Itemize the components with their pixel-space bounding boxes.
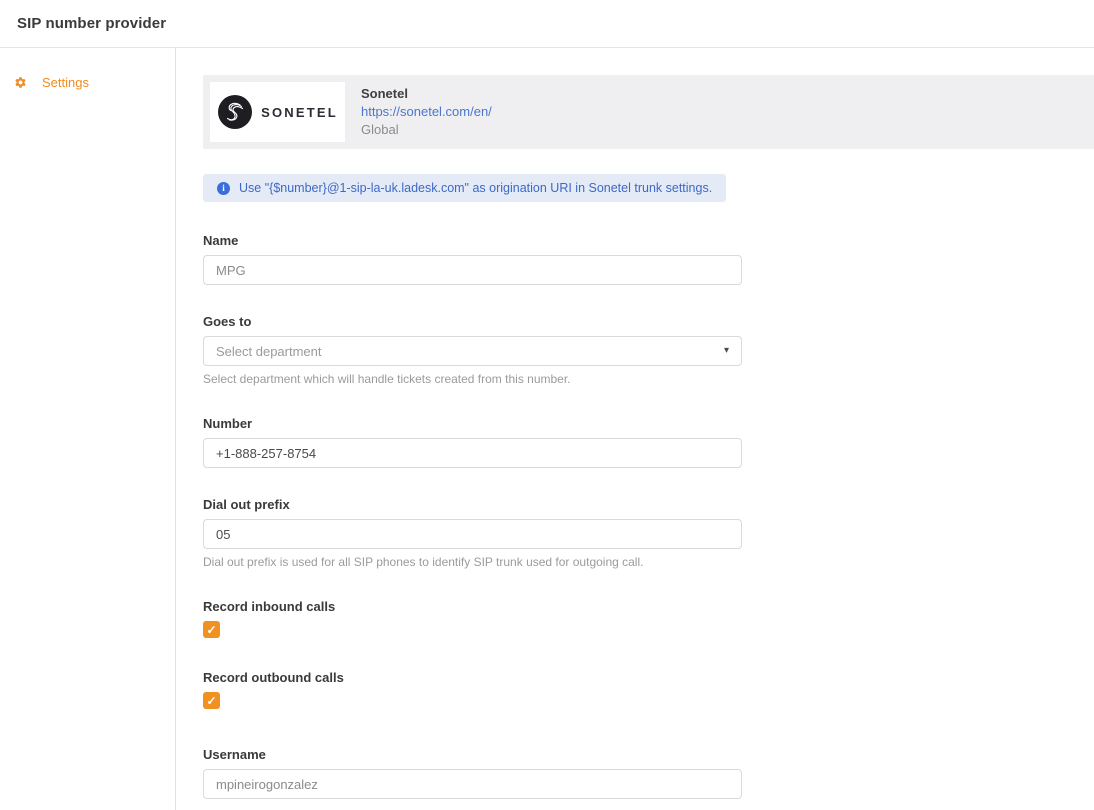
sonetel-logo-icon [217,94,253,130]
chevron-down-icon: ▾ [724,346,729,356]
checkmark-icon: ✓ [206,695,216,707]
provider-name: Sonetel [361,85,492,103]
goes-to-select[interactable]: Select department ▾ [203,336,742,366]
sonetel-logo: SONETEL [210,82,345,142]
origination-uri-banner: i Use "{$number}@1-sip-la-uk.ladesk.com"… [203,174,726,202]
sidebar-item-settings[interactable]: Settings [0,70,175,94]
field-dial-out-prefix: Dial out prefix Dial out prefix is used … [203,497,742,569]
dial-out-prefix-input[interactable] [203,519,742,549]
page-header: SIP number provider [0,0,1094,48]
record-outbound-checkbox[interactable]: ✓ [203,692,220,709]
field-number: Number [203,416,742,468]
number-input[interactable] [203,438,742,468]
main-layout: Settings SONETEL Sone [0,48,1094,810]
dial-out-prefix-label: Dial out prefix [203,497,742,512]
field-username: Username [203,747,742,799]
provider-meta: Sonetel https://sonetel.com/en/ Global [361,85,492,139]
number-label: Number [203,416,742,431]
field-record-inbound: Record inbound calls ✓ [203,599,742,638]
sidebar: Settings [0,48,176,810]
goes-to-help: Select department which will handle tick… [203,372,742,386]
record-outbound-label: Record outbound calls [203,670,742,685]
record-inbound-checkbox[interactable]: ✓ [203,621,220,638]
name-label: Name [203,233,742,248]
field-name: Name [203,233,742,285]
page-title: SIP number provider [17,15,166,32]
dial-out-prefix-help: Dial out prefix is used for all SIP phon… [203,555,742,569]
field-goes-to: Goes to Select department ▾ Select depar… [203,314,742,386]
provider-card: SONETEL Sonetel https://sonetel.com/en/ … [203,75,1094,149]
sonetel-logo-text: SONETEL [261,105,338,120]
field-record-outbound: Record outbound calls ✓ [203,670,742,709]
record-inbound-label: Record inbound calls [203,599,742,614]
username-input[interactable] [203,769,742,799]
gear-icon [14,76,27,89]
provider-region: Global [361,121,492,139]
provider-url-link[interactable]: https://sonetel.com/en/ [361,103,492,121]
name-input[interactable] [203,255,742,285]
goes-to-placeholder: Select department [216,344,322,359]
checkmark-icon: ✓ [206,624,216,636]
info-icon: i [217,182,230,195]
banner-text: Use "{$number}@1-sip-la-uk.ladesk.com" a… [239,181,712,195]
goes-to-label: Goes to [203,314,742,329]
settings-panel: SONETEL Sonetel https://sonetel.com/en/ … [176,48,1094,810]
username-label: Username [203,747,742,762]
sidebar-item-label: Settings [42,75,89,90]
